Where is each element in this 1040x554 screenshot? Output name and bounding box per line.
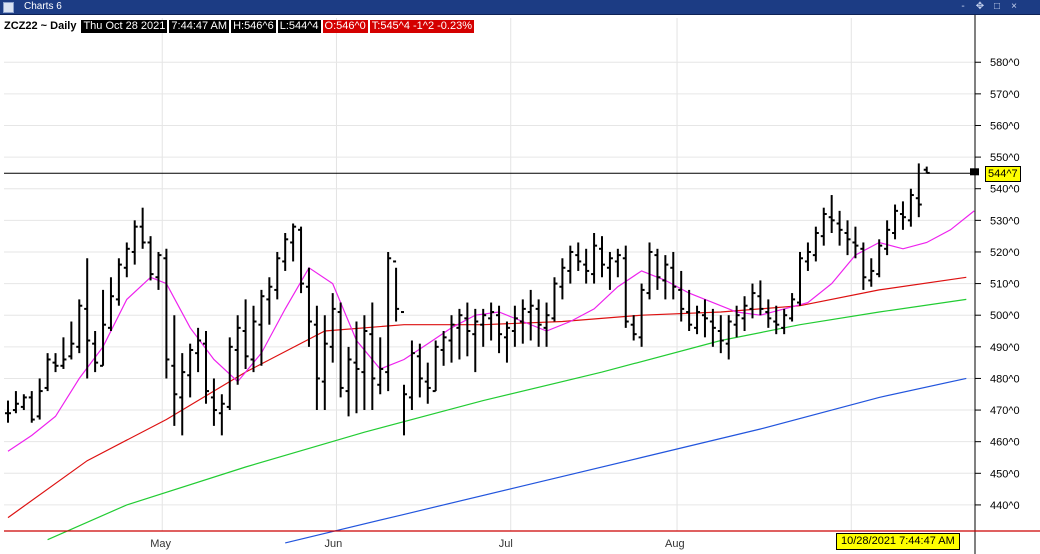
window-title: Charts 6 bbox=[24, 1, 62, 12]
crosshair-time-label: 10/28/2021 7:44:47 AM bbox=[836, 533, 960, 550]
date-readout: Thu Oct 28 2021 bbox=[81, 19, 168, 33]
y-tick-label: 500^0 bbox=[990, 310, 1020, 322]
crosshair-price-label: 544^7 bbox=[985, 166, 1021, 182]
maximize-button[interactable]: □ bbox=[991, 0, 1003, 14]
y-tick-label: 570^0 bbox=[990, 89, 1020, 101]
low-readout: L:544^4 bbox=[277, 19, 321, 33]
x-tick-label: May bbox=[150, 538, 171, 550]
y-tick-label: 530^0 bbox=[990, 215, 1020, 227]
price-chart[interactable]: 580^0 570^0 560^0 550^0 540^0 530^0 520^0 510^0… bbox=[0, 15, 1040, 554]
close-button[interactable]: × bbox=[1008, 0, 1020, 14]
y-tick-label: 550^0 bbox=[990, 152, 1020, 164]
minimize-button[interactable]: - bbox=[957, 0, 969, 14]
high-readout: H:546^6 bbox=[231, 19, 276, 33]
y-tick-label: 450^0 bbox=[990, 468, 1020, 480]
crosshair-cursor-icon bbox=[970, 168, 979, 176]
y-tick-label: 480^0 bbox=[990, 373, 1020, 385]
x-tick-label: Aug bbox=[665, 538, 685, 550]
x-tick-label: Jul bbox=[499, 538, 513, 550]
y-tick-label: 460^0 bbox=[990, 437, 1020, 449]
y-tick-label: 470^0 bbox=[990, 405, 1020, 417]
window-titlebar: Charts 6 - ✥ □ × bbox=[0, 0, 1040, 15]
y-tick-label: 510^0 bbox=[990, 279, 1020, 291]
y-tick-label: 560^0 bbox=[990, 120, 1020, 132]
symbol-label: ZCZ22 ~ Daily bbox=[4, 20, 77, 32]
y-tick-label: 520^0 bbox=[990, 247, 1020, 259]
move-icon[interactable]: ✥ bbox=[974, 0, 986, 14]
y-tick-label: 580^0 bbox=[990, 57, 1020, 69]
x-tick-label: Jun bbox=[324, 538, 342, 550]
chart-header: ZCZ22 ~ Daily Thu Oct 28 2021 7:44:47 AM… bbox=[4, 19, 474, 33]
y-tick-label: 490^0 bbox=[990, 342, 1020, 354]
y-tick-label: 440^0 bbox=[990, 500, 1020, 512]
time-readout: 7:44:47 AM bbox=[169, 19, 230, 33]
app-icon bbox=[3, 2, 14, 13]
y-tick-label: 540^0 bbox=[990, 184, 1020, 196]
open-readout: O:546^0 bbox=[322, 19, 368, 33]
last-readout: T:545^4 -1^2 -0.23% bbox=[369, 19, 474, 33]
